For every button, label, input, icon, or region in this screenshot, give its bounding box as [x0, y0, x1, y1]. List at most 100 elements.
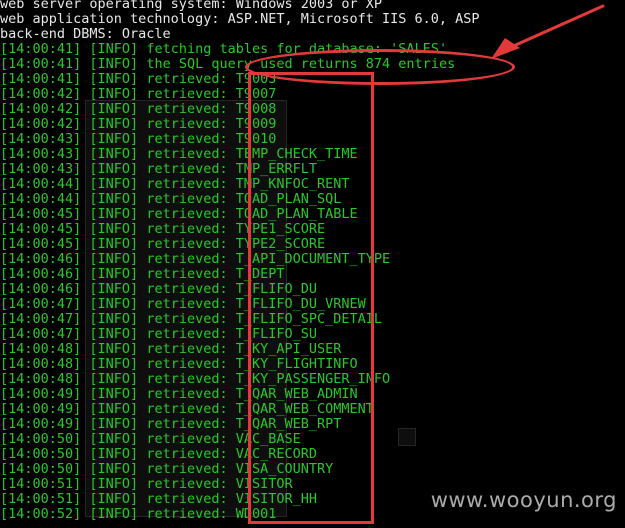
- log-msg: retrieved: T9010: [146, 131, 277, 147]
- log-time: [14:00:45]: [0, 221, 82, 237]
- log-line: [14:00:44] [INFO] retrieved: TOAD_PLAN_S…: [0, 192, 341, 207]
- log-line: [14:00:41] [INFO] the SQL query used ret…: [0, 57, 455, 72]
- log-msg: retrieved: T_API_DOCUMENT_TYPE: [146, 251, 391, 267]
- log-time: [14:00:48]: [0, 341, 82, 357]
- log-msg: retrieved: T_FLIFO_DU_VRNEW: [146, 296, 366, 312]
- log-time: [14:00:47]: [0, 311, 82, 327]
- log-msg: retrieved: T9007: [146, 86, 277, 102]
- log-level: [INFO]: [89, 266, 139, 282]
- log-time: [14:00:45]: [0, 206, 82, 222]
- log-time: [14:00:42]: [0, 101, 82, 117]
- log-time: [14:00:49]: [0, 386, 82, 402]
- log-time: [14:00:44]: [0, 191, 82, 207]
- log-level: [INFO]: [89, 296, 139, 312]
- log-level: [INFO]: [89, 356, 139, 372]
- log-msg: retrieved: T_FLIFO_SU: [146, 326, 318, 342]
- log-msg: retrieved: T_DEPT: [146, 266, 285, 282]
- log-level: [INFO]: [89, 431, 139, 447]
- log-line: [14:00:42] [INFO] retrieved: T9009: [0, 117, 276, 132]
- log-line: [14:00:43] [INFO] retrieved: T9010: [0, 132, 276, 147]
- log-msg: the SQL query used returns 874 entries: [146, 56, 456, 72]
- log-time: [14:00:49]: [0, 401, 82, 417]
- log-level: [INFO]: [89, 416, 139, 432]
- log-level: [INFO]: [89, 446, 139, 462]
- log-msg: retrieved: TEMP_CHECK_TIME: [146, 146, 358, 162]
- log-line: [14:00:43] [INFO] retrieved: TMP_ERRFLT: [0, 162, 317, 177]
- log-level: [INFO]: [89, 161, 139, 177]
- log-time: [14:00:47]: [0, 296, 82, 312]
- log-level: [INFO]: [89, 146, 139, 162]
- log-msg: retrieved: T_FLIFO_SPC_DETAIL: [146, 311, 383, 327]
- log-msg: retrieved: VAC_RECORD: [146, 446, 318, 462]
- log-level: [INFO]: [89, 131, 139, 147]
- log-time: [14:00:43]: [0, 131, 82, 147]
- log-level: [INFO]: [89, 491, 139, 507]
- log-level: [INFO]: [89, 401, 139, 417]
- log-time: [14:00:48]: [0, 371, 82, 387]
- log-level: [INFO]: [89, 71, 139, 87]
- log-time: [14:00:42]: [0, 116, 82, 132]
- log-time: [14:00:41]: [0, 71, 82, 87]
- log-msg: retrieved: T9003: [146, 71, 277, 87]
- log-level: [INFO]: [89, 206, 139, 222]
- log-msg: retrieved: TOAD_PLAN_SQL: [146, 191, 342, 207]
- log-line: [14:00:42] [INFO] retrieved: T9008: [0, 102, 276, 117]
- log-level: [INFO]: [89, 341, 139, 357]
- log-line: [14:00:46] [INFO] retrieved: T_FLIFO_DU: [0, 282, 317, 297]
- log-msg: retrieved: TYPE1_SCORE: [146, 221, 326, 237]
- log-level: [INFO]: [89, 461, 139, 477]
- log-level: [INFO]: [89, 116, 139, 132]
- log-msg: retrieved: VAC_BASE: [146, 431, 301, 447]
- log-level: [INFO]: [89, 191, 139, 207]
- watermark: www.wooyun.org: [430, 488, 617, 512]
- log-line: [14:00:49] [INFO] retrieved: T_QAR_WEB_C…: [0, 402, 374, 417]
- header-line: back-end DBMS: Oracle: [0, 26, 171, 42]
- log-msg: retrieved: T_QAR_WEB_COMMENT: [146, 401, 374, 417]
- log-time: [14:00:46]: [0, 266, 82, 282]
- log-msg: retrieved: T_QAR_WEB_RPT: [146, 416, 342, 432]
- log-line: [14:00:44] [INFO] retrieved: TMP_KNFOC_R…: [0, 177, 350, 192]
- log-line: [14:00:50] [INFO] retrieved: VISA_COUNTR…: [0, 462, 333, 477]
- log-line: [14:00:48] [INFO] retrieved: T_KY_PASSEN…: [0, 372, 390, 387]
- log-level: [INFO]: [89, 236, 139, 252]
- log-time: [14:00:52]: [0, 506, 82, 522]
- log-level: [INFO]: [89, 56, 139, 72]
- log-time: [14:00:51]: [0, 491, 82, 507]
- log-time: [14:00:41]: [0, 56, 82, 72]
- log-line: [14:00:46] [INFO] retrieved: T_DEPT: [0, 267, 285, 282]
- log-line: [14:00:51] [INFO] retrieved: VISITOR: [0, 477, 293, 492]
- log-level: [INFO]: [89, 371, 139, 387]
- log-line: [14:00:52] [INFO] retrieved: WD001: [0, 507, 276, 522]
- log-level: [INFO]: [89, 86, 139, 102]
- log-msg: retrieved: TMP_KNFOC_RENT: [146, 176, 350, 192]
- log-line: [14:00:50] [INFO] retrieved: VAC_RECORD: [0, 447, 317, 462]
- log-level: [INFO]: [89, 101, 139, 117]
- log-level: [INFO]: [89, 326, 139, 342]
- log-time: [14:00:42]: [0, 86, 82, 102]
- log-time: [14:00:41]: [0, 41, 82, 57]
- log-line: [14:00:47] [INFO] retrieved: T_FLIFO_SU: [0, 327, 317, 342]
- log-line: [14:00:41] [INFO] retrieved: T9003: [0, 72, 276, 87]
- log-line: [14:00:42] [INFO] retrieved: T9007: [0, 87, 276, 102]
- log-line: [14:00:48] [INFO] retrieved: T_KY_FLIGHT…: [0, 357, 358, 372]
- log-level: [INFO]: [89, 311, 139, 327]
- log-level: [INFO]: [89, 476, 139, 492]
- terminal-window[interactable]: web server operating system: Windows 200…: [0, 0, 625, 528]
- log-line: [14:00:49] [INFO] retrieved: T_QAR_WEB_A…: [0, 387, 358, 402]
- log-msg: retrieved: T_KY_PASSENGER_INFO: [146, 371, 391, 387]
- log-msg: retrieved: TYPE2_SCORE: [146, 236, 326, 252]
- log-msg: retrieved: T_KY_API_USER: [146, 341, 342, 357]
- log-msg: retrieved: T_KY_FLIGHTINFO: [146, 356, 358, 372]
- log-time: [14:00:45]: [0, 236, 82, 252]
- log-line: [14:00:51] [INFO] retrieved: VISITOR_HH: [0, 492, 317, 507]
- log-line: [14:00:45] [INFO] retrieved: TOAD_PLAN_T…: [0, 207, 358, 222]
- log-level: [INFO]: [89, 506, 139, 522]
- log-line: [14:00:45] [INFO] retrieved: TYPE1_SCORE: [0, 222, 325, 237]
- log-msg: retrieved: T9009: [146, 116, 277, 132]
- log-time: [14:00:46]: [0, 281, 82, 297]
- log-line: [14:00:47] [INFO] retrieved: T_FLIFO_DU_…: [0, 297, 366, 312]
- log-msg: fetching tables for database: 'SALES': [146, 41, 448, 57]
- log-time: [14:00:49]: [0, 416, 82, 432]
- log-time: [14:00:50]: [0, 446, 82, 462]
- log-line: [14:00:48] [INFO] retrieved: T_KY_API_US…: [0, 342, 341, 357]
